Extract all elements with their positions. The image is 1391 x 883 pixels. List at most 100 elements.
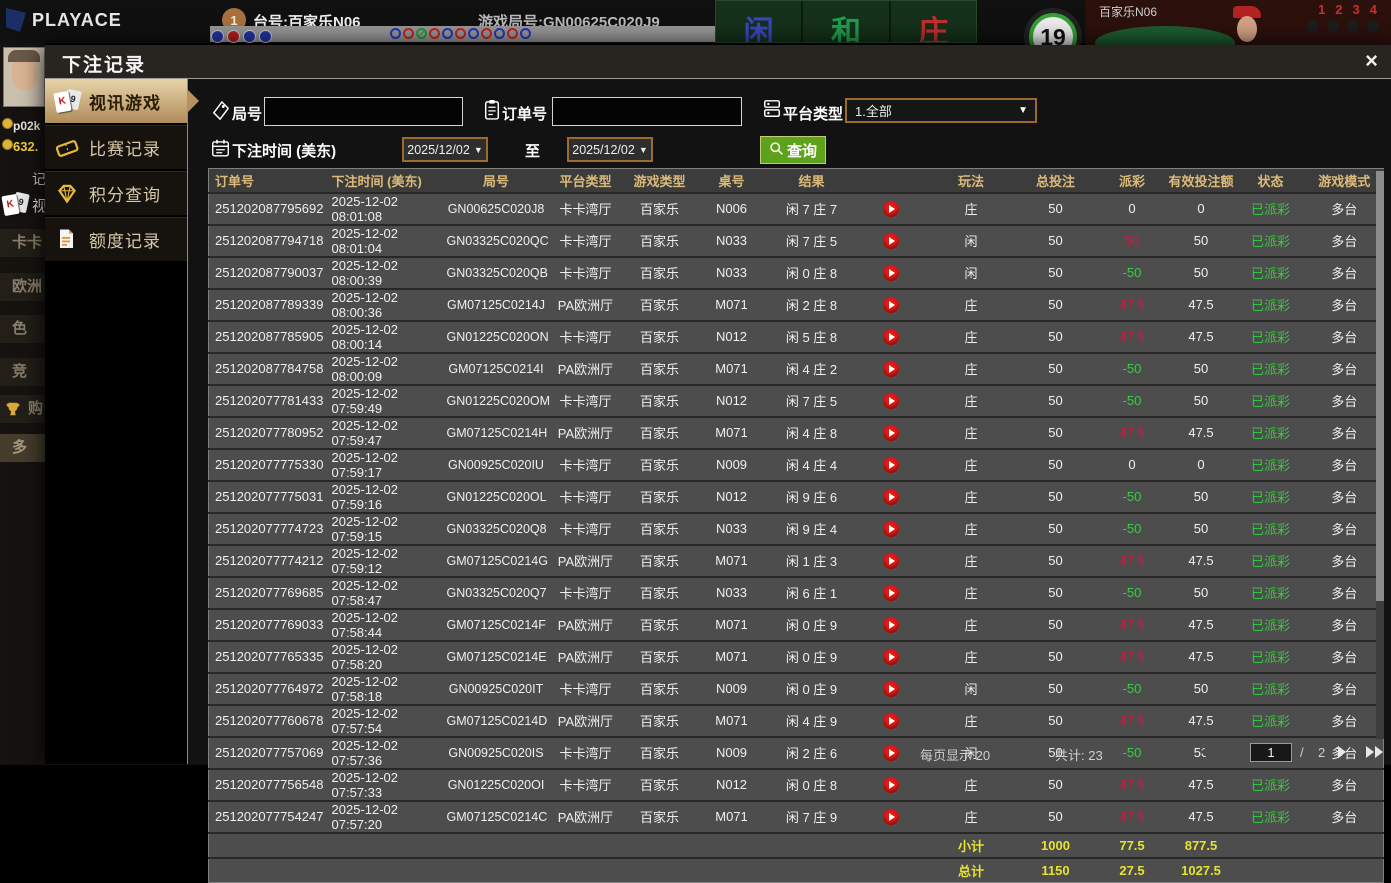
cell-play-type: 闲: [928, 671, 1014, 705]
replay-button[interactable]: [883, 808, 899, 825]
cell-replay: [853, 319, 929, 353]
last-page-button[interactable]: [1366, 746, 1383, 758]
table-row: 251202087794718 2025-12-02 08:01:04 GN0332…: [208, 223, 1384, 257]
cell-total-bet: 50: [1013, 287, 1098, 321]
col-header-7: 结果: [769, 168, 854, 193]
bead-green: [416, 28, 427, 39]
replay-button[interactable]: [883, 520, 899, 537]
video-number: 3: [1352, 2, 1360, 17]
replay-button[interactable]: [883, 264, 899, 281]
table-row: 251202077775330 2025-12-02 07:59:17 GN0092…: [208, 447, 1384, 481]
replay-button[interactable]: [883, 456, 899, 473]
sidebar-tab-label: 视讯游戏: [89, 93, 161, 113]
table-row: 251202077769685 2025-12-02 07:58:47 GN0332…: [208, 575, 1384, 609]
cell-platform: PA欧洲厅: [545, 415, 626, 449]
replay-button[interactable]: [883, 328, 899, 345]
prev-page-button[interactable]: [1228, 746, 1236, 758]
replay-button[interactable]: [883, 296, 899, 313]
sidebar-tab-3[interactable]: 积分查询: [45, 171, 187, 215]
bead-red: [403, 28, 414, 39]
cell-platform: 卡卡湾厅: [545, 671, 626, 705]
cell-result: 闲 0 庄 9: [769, 607, 854, 641]
cell-status: 已派彩: [1235, 191, 1306, 225]
cell-table-no: N012: [693, 319, 770, 353]
cards-icon: K9: [53, 88, 82, 114]
cell-table-no: N033: [693, 255, 770, 289]
bead-blue: [442, 28, 453, 39]
col-header-13: 游戏模式: [1305, 168, 1384, 193]
table-row: 251202087784758 2025-12-02 08:00:09 GM0712…: [208, 351, 1384, 385]
table-felt: [1095, 26, 1235, 45]
first-page-button[interactable]: [1200, 746, 1217, 758]
replay-button[interactable]: [883, 488, 899, 505]
cards-icon: K9: [1, 191, 30, 217]
cell-total-bet: 50: [1013, 447, 1098, 481]
cell-replay: [853, 607, 929, 641]
cell-valid-bet: 47.5: [1166, 703, 1236, 737]
sidebar-tab-4[interactable]: 额度记录: [45, 217, 187, 261]
cell-result: 闲 4 庄 8: [769, 415, 854, 449]
cell-payout: 47.5: [1097, 415, 1167, 449]
table-row: 251202077775031 2025-12-02 07:59:16 GN0122…: [208, 479, 1384, 513]
dealer: [1237, 16, 1257, 42]
replay-button[interactable]: [883, 360, 899, 377]
user-icon: [2, 118, 13, 129]
close-icon[interactable]: ×: [1365, 48, 1378, 74]
date-to-select[interactable]: 2025/12/02 ▼: [567, 137, 653, 162]
cell-total-bet: 50: [1013, 191, 1098, 225]
cell-status: 已派彩: [1235, 543, 1306, 577]
replay-button[interactable]: [883, 776, 899, 793]
cell-table-no: M071: [693, 799, 770, 833]
order-no-input[interactable]: [552, 97, 742, 126]
cell-platform: PA欧洲厅: [545, 351, 626, 385]
cell-order-no: 251202077764972: [208, 671, 330, 705]
cell-payout: 47.5: [1097, 607, 1167, 641]
cell-replay: [853, 447, 929, 481]
bet-zone-庄: 庄: [918, 16, 949, 43]
col-header-replay: [853, 168, 929, 193]
cell-order-no: 251202077774212: [208, 543, 330, 577]
col-header-5: 游戏类型: [625, 168, 694, 193]
replay-button[interactable]: [883, 616, 899, 633]
platform-icon: [762, 98, 782, 125]
cell-play-type: 庄: [928, 287, 1014, 321]
scrollbar-thumb[interactable]: [1376, 171, 1384, 601]
sidebar-tab-2[interactable]: 比赛记录: [45, 125, 187, 169]
platform-type-select[interactable]: 1.全部 ▼: [845, 98, 1037, 123]
cell-game-type: 百家乐: [625, 255, 694, 289]
page-number-input[interactable]: [1250, 743, 1292, 762]
cell-valid-bet: 47.5: [1166, 319, 1236, 353]
next-page-button[interactable]: [1338, 746, 1346, 758]
replay-button[interactable]: [883, 712, 899, 729]
replay-button[interactable]: [883, 584, 899, 601]
replay-button[interactable]: [883, 200, 899, 217]
replay-button[interactable]: [883, 648, 899, 665]
date-from-select[interactable]: 2025/12/02 ▼: [402, 137, 488, 162]
replay-button[interactable]: [883, 424, 899, 441]
sidebar-tab-1[interactable]: K 9 视讯游戏: [45, 79, 187, 123]
cell-valid-bet: 0: [1166, 191, 1236, 225]
round-no-input[interactable]: [264, 97, 463, 126]
cell-total-bet: 50: [1013, 223, 1098, 257]
avatar: [3, 47, 45, 107]
cell-valid-bet: 50: [1166, 383, 1236, 417]
replay-button[interactable]: [883, 680, 899, 697]
cell-result: 闲 1 庄 3: [769, 543, 854, 577]
search-button[interactable]: 查询: [760, 136, 826, 164]
replay-button[interactable]: [883, 392, 899, 409]
cell-order-no: 251202077765335: [208, 639, 330, 673]
cell-order-no: 251202077760678: [208, 703, 330, 737]
col-header-9: 总投注: [1013, 168, 1098, 193]
cell-order-no: 251202077780952: [208, 415, 330, 449]
replay-button[interactable]: [883, 552, 899, 569]
cell-result: 闲 9 庄 6: [769, 479, 854, 513]
cell-round-no: GN03325C020Q8: [446, 511, 547, 545]
cell-bet-time: 2025-12-02 07:59:49: [329, 383, 447, 417]
video-table-label: 百家乐N06: [1099, 5, 1158, 19]
cell-play-type: 庄: [928, 479, 1014, 513]
cell-platform: PA欧洲厅: [545, 799, 626, 833]
cell-order-no: 251202087795692: [208, 191, 330, 225]
cell-game-type: 百家乐: [625, 703, 694, 737]
cell-bet-time: 2025-12-02 08:01:04: [329, 223, 447, 257]
replay-button[interactable]: [883, 232, 899, 249]
